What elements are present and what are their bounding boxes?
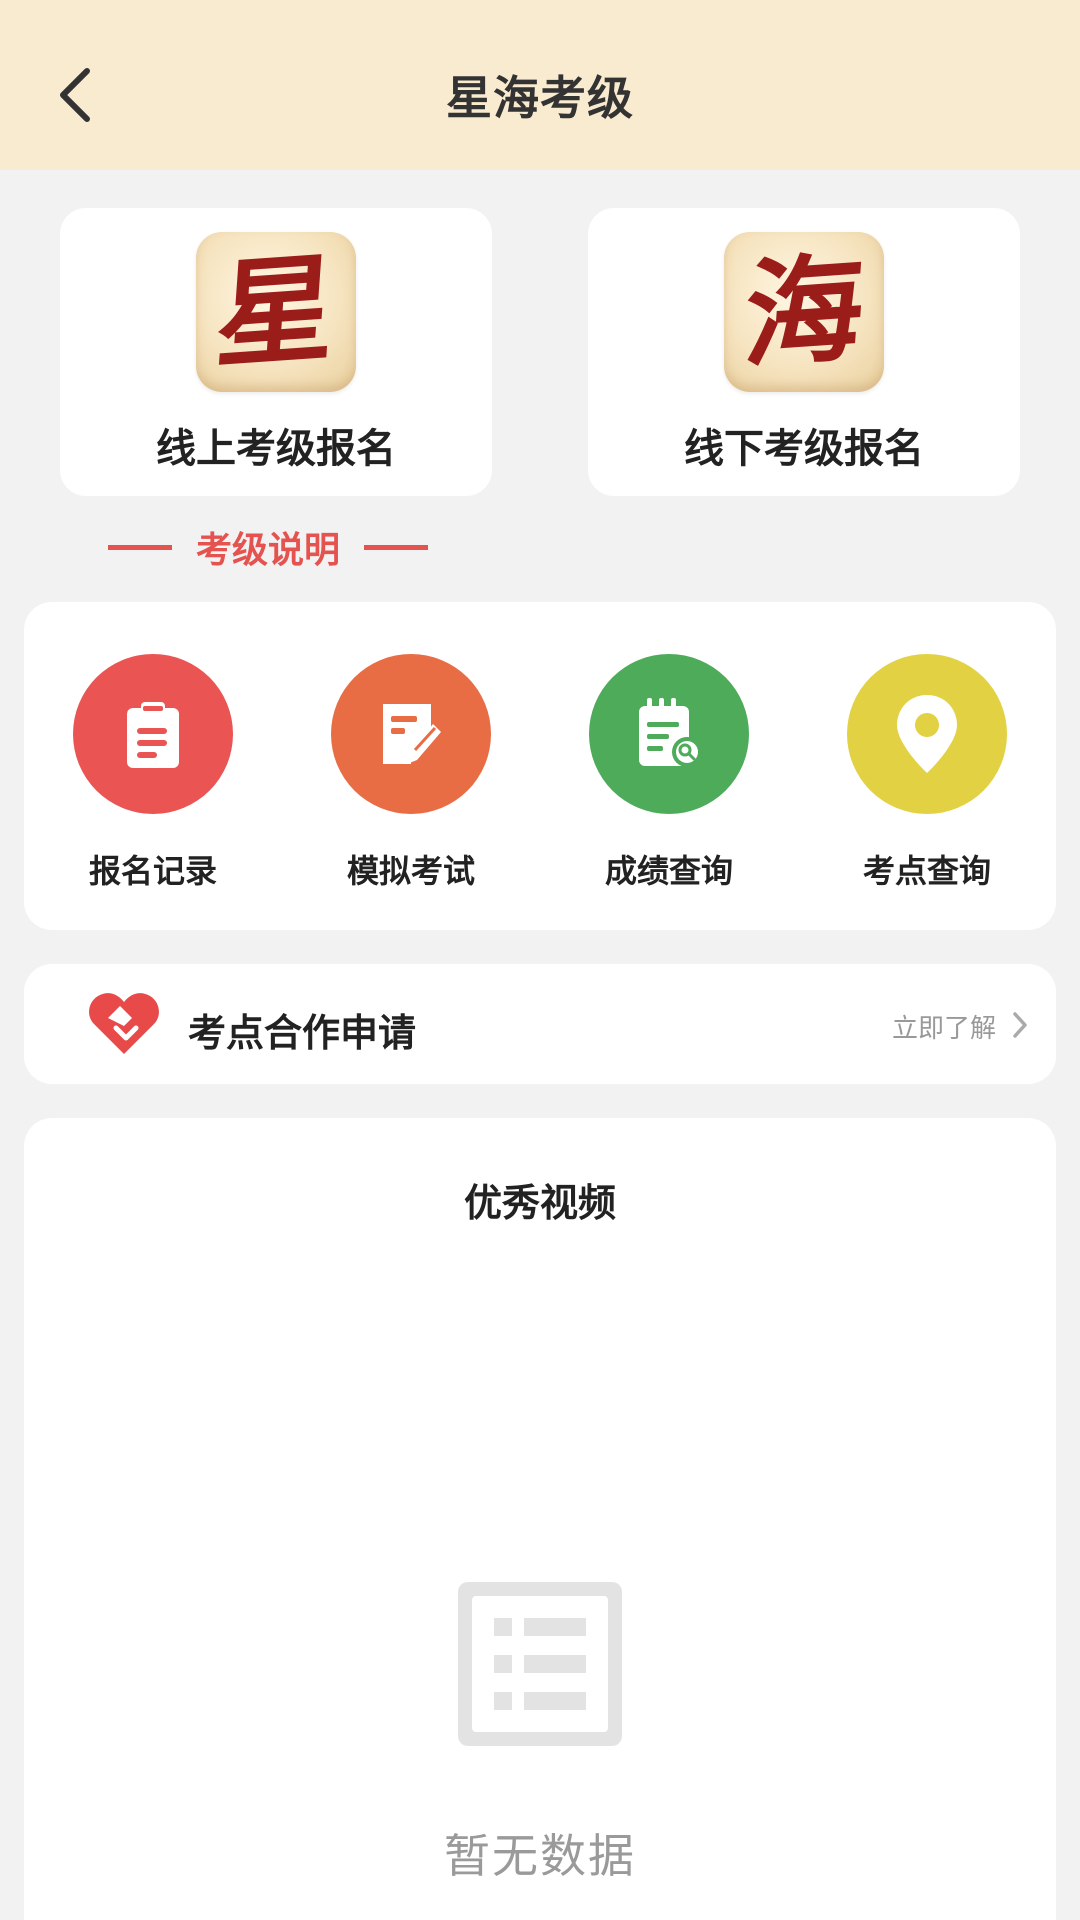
feature-label: 考点查询 [862,852,991,890]
feature-circle [73,654,233,814]
exam-description-link[interactable]: 考级说明 [108,522,429,572]
excellent-videos-panel: 优秀视频 暂无数据 [24,1118,1056,1920]
feature-panel: 报名记录 模拟考试 成绩查询 考点查询 [24,602,1056,930]
offline-registration-label: 线下考级报名 [684,426,924,472]
seal-character: 星 [211,238,341,385]
online-registration-card[interactable]: 星 线上考级报名 [60,208,492,496]
exam-site-cooperation-row[interactable]: 考点合作申请 立即了解 [24,964,1056,1084]
hai-seal-icon: 海 [724,232,884,392]
empty-state-text: 暂无数据 [444,1829,636,1883]
offline-registration-card[interactable]: 海 线下考级报名 [588,208,1020,496]
clipboard-icon [127,702,179,768]
feature-circle [331,654,491,814]
empty-list-icon [458,1582,622,1746]
feature-label: 模拟考试 [346,852,475,890]
divider-line [364,544,429,550]
feature-circle [589,654,749,814]
learn-more-link[interactable]: 立即了解 [892,1008,996,1045]
seal-character: 海 [739,238,869,385]
feature-label: 报名记录 [88,852,217,890]
feature-label: 成绩查询 [604,852,733,890]
divider-line [108,544,172,550]
score-query-button[interactable]: 成绩查询 [569,654,769,894]
online-registration-label: 线上考级报名 [156,426,396,472]
registration-records-button[interactable]: 报名记录 [53,654,253,894]
cooperation-label: 考点合作申请 [188,1011,417,1055]
exam-description-label: 考级说明 [196,530,341,571]
section-title: 优秀视频 [463,1181,616,1225]
edit-form-icon [383,704,441,764]
page-title: 星海考级 [446,71,634,125]
mock-exam-button[interactable]: 模拟考试 [311,654,511,894]
exam-site-query-button[interactable]: 考点查询 [827,654,1027,894]
xing-seal-icon: 星 [196,232,356,392]
notebook-search-icon [639,698,702,767]
chevron-right-icon [1013,1012,1027,1038]
header-bar: 星海考级 [0,0,1080,170]
page: 星海考级 星 线上考级报名 海 线下考级报名 考级说明 报名记录 模拟考试 成绩… [0,0,1080,1920]
map-pin-icon [897,695,957,773]
handshake-heart-icon [89,993,159,1054]
feature-circle [847,654,1007,814]
